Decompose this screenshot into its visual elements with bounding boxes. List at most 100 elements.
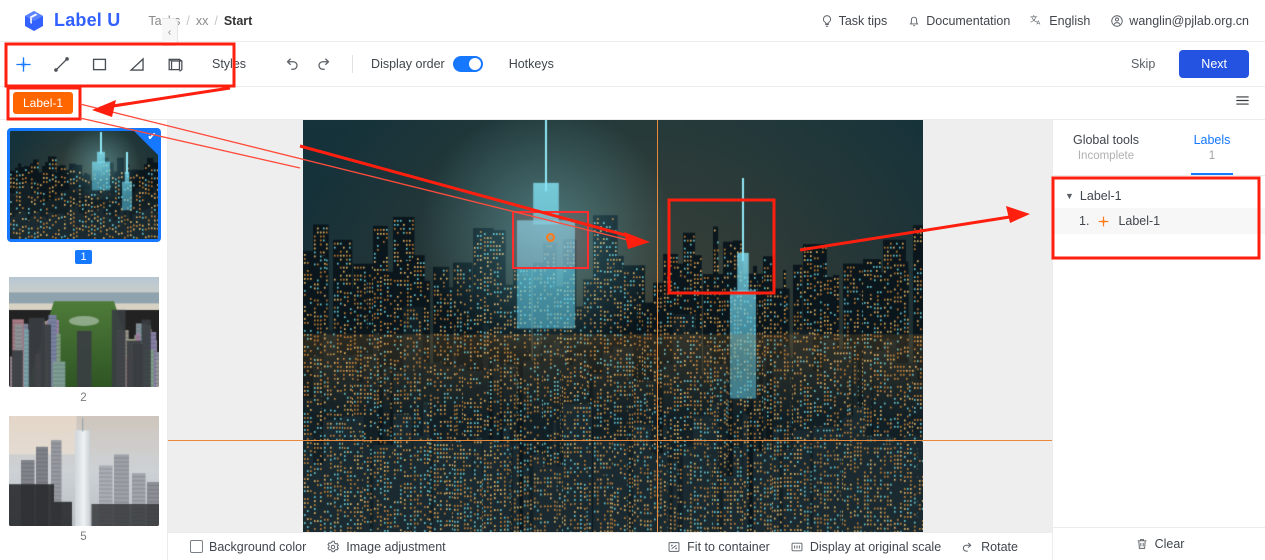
thumbnail-image-1[interactable]: ✔ xyxy=(6,128,161,242)
translate-icon: 文 A xyxy=(1030,14,1041,27)
breadcrumb-separator-2: / xyxy=(214,13,218,28)
app-header: Label U Tasks / xx / Start Task tips Doc… xyxy=(0,0,1265,42)
thumbnail-image-3[interactable] xyxy=(8,416,159,526)
original-scale-button[interactable]: Display at original scale xyxy=(790,540,941,554)
labels-tree-item-label: Label-1 xyxy=(1118,214,1161,228)
bulb-icon xyxy=(822,14,831,27)
polygon-tool-button[interactable] xyxy=(122,49,152,79)
history-controls xyxy=(282,55,334,73)
fit-screen-icon xyxy=(668,541,680,552)
tab-labels[interactable]: Labels 1 xyxy=(1159,120,1265,175)
thumbnail-number-3: 5 xyxy=(80,531,87,543)
cuboid-tool-button[interactable] xyxy=(160,49,190,79)
canvas-image xyxy=(303,120,923,532)
undo-button[interactable] xyxy=(282,55,300,73)
labels-tree-item-index: 1. xyxy=(1079,214,1090,228)
line-icon xyxy=(53,56,69,72)
thumbnail-number-2: 2 xyxy=(80,392,87,404)
tab-global-tools-title: Global tools xyxy=(1072,133,1139,147)
annotation-point-marker[interactable] xyxy=(546,233,555,242)
bottom-left-actions: Background color Image adjustment xyxy=(190,540,446,554)
background-color-button[interactable]: Background color xyxy=(190,540,306,554)
sidebar-collapse-button[interactable]: ‹ xyxy=(162,18,178,46)
skip-button[interactable]: Skip xyxy=(1121,52,1165,76)
display-order-toggle[interactable] xyxy=(452,56,483,72)
fit-to-container-label: Fit to container xyxy=(687,539,770,554)
language-label: English xyxy=(1049,13,1091,28)
labels-tree: ▼ Label-1 1. Label-1 xyxy=(1053,176,1265,234)
task-tips-label: Task tips xyxy=(838,13,888,28)
point-tool-button[interactable] xyxy=(8,49,38,79)
list-settings-icon xyxy=(1236,96,1249,105)
thumbnail-image-2[interactable] xyxy=(8,277,159,387)
redo-button[interactable] xyxy=(316,55,334,73)
user-email: wanglin@pjlab.org.cn xyxy=(1129,13,1249,28)
breadcrumb-task-name[interactable]: xx xyxy=(196,14,209,28)
bottom-right-actions: Fit to container Display at original sca… xyxy=(667,540,1018,554)
thumbnail-item-1[interactable]: ✔ 1 xyxy=(6,128,161,265)
documentation-label: Documentation xyxy=(926,13,1011,28)
language-button[interactable]: 文 A English xyxy=(1030,14,1090,28)
header-actions: Task tips Documentation 文 A English wang… xyxy=(820,14,1249,28)
caret-down-icon[interactable]: ▼ xyxy=(1065,191,1074,201)
gear-icon xyxy=(327,540,340,552)
trash-icon xyxy=(1137,539,1146,549)
user-account-button[interactable]: wanglin@pjlab.org.cn xyxy=(1110,14,1249,28)
polygon-icon xyxy=(128,56,144,71)
labels-tree-group[interactable]: ▼ Label-1 xyxy=(1053,184,1265,208)
clear-button[interactable]: Clear xyxy=(1053,527,1265,560)
label-u-annotation-app: Label U Tasks / xx / Start Task tips Doc… xyxy=(0,0,1265,560)
chevron-left-icon: ‹ xyxy=(167,26,172,38)
cuboid-icon xyxy=(168,58,182,72)
rotate-label: Rotate xyxy=(981,539,1018,554)
crosshair-icon xyxy=(15,56,31,72)
color-square-icon xyxy=(190,540,203,553)
hotkeys-button[interactable]: Hotkeys xyxy=(509,57,554,71)
thumbnail-number-row-1: 1 xyxy=(9,245,159,265)
display-order-label: Display order xyxy=(371,57,445,71)
brand-name: Label U xyxy=(54,10,121,30)
rect-tool-button[interactable] xyxy=(84,49,114,79)
display-order-control[interactable]: Display order xyxy=(371,56,483,72)
tool-group: Styles xyxy=(8,49,252,79)
breadcrumb-current: Start xyxy=(223,13,253,28)
styles-button[interactable]: Styles xyxy=(206,53,252,75)
rotate-icon xyxy=(963,542,972,552)
line-tool-button[interactable] xyxy=(46,49,76,79)
clear-label: Clear xyxy=(1154,537,1185,551)
rotate-button[interactable]: Rotate xyxy=(961,540,1018,554)
documentation-button[interactable]: Documentation xyxy=(907,14,1010,28)
panel-tabs: Global tools Incomplete Labels 1 xyxy=(1053,120,1265,176)
thumbnail-item-3[interactable]: 5 xyxy=(8,416,159,543)
tab-global-tools[interactable]: Global tools Incomplete xyxy=(1053,120,1159,175)
original-scale-label: Display at original scale xyxy=(809,539,942,554)
thumbnail-item-2[interactable]: 2 xyxy=(8,277,159,404)
user-circle-icon xyxy=(1111,14,1124,27)
breadcrumb-separator-1: / xyxy=(186,13,190,28)
task-tips-button[interactable]: Task tips xyxy=(820,13,888,28)
labels-tree-group-label: Label-1 xyxy=(1079,189,1122,203)
annotation-toolbar: Styles Display order Hotkeys Skip Next xyxy=(0,42,1265,87)
label-chip-label-1[interactable]: Label-1 xyxy=(13,92,74,114)
thumbnail-canvas-2 xyxy=(8,277,159,387)
thumbnail-number-1: 1 xyxy=(75,250,92,264)
label-panel-toggle-button[interactable] xyxy=(1234,92,1251,114)
annotation-canvas[interactable] xyxy=(168,120,1052,532)
image-adjustment-label: Image adjustment xyxy=(346,539,446,554)
background-color-label: Background color xyxy=(209,539,307,554)
label-selection-bar: Label-1 xyxy=(0,87,1265,120)
bell-icon xyxy=(909,16,919,26)
tab-labels-count: 1 xyxy=(1208,150,1216,162)
brand[interactable]: Label U xyxy=(22,9,120,33)
fit-to-container-button[interactable]: Fit to container xyxy=(667,540,770,554)
toolbar-actions: Skip Next xyxy=(1121,50,1249,78)
svg-text:A: A xyxy=(1037,20,1041,26)
image-adjustment-button[interactable]: Image adjustment xyxy=(326,539,446,554)
undo-icon xyxy=(286,58,298,70)
tab-labels-title: Labels xyxy=(1193,133,1231,147)
labels-tree-item[interactable]: 1. Label-1 xyxy=(1053,208,1265,234)
next-button[interactable]: Next xyxy=(1179,50,1249,78)
labels-side-panel: Global tools Incomplete Labels 1 ▼ Label… xyxy=(1052,120,1265,560)
check-icon: ✔ xyxy=(147,131,157,143)
tab-global-tools-status: Incomplete xyxy=(1077,150,1135,162)
